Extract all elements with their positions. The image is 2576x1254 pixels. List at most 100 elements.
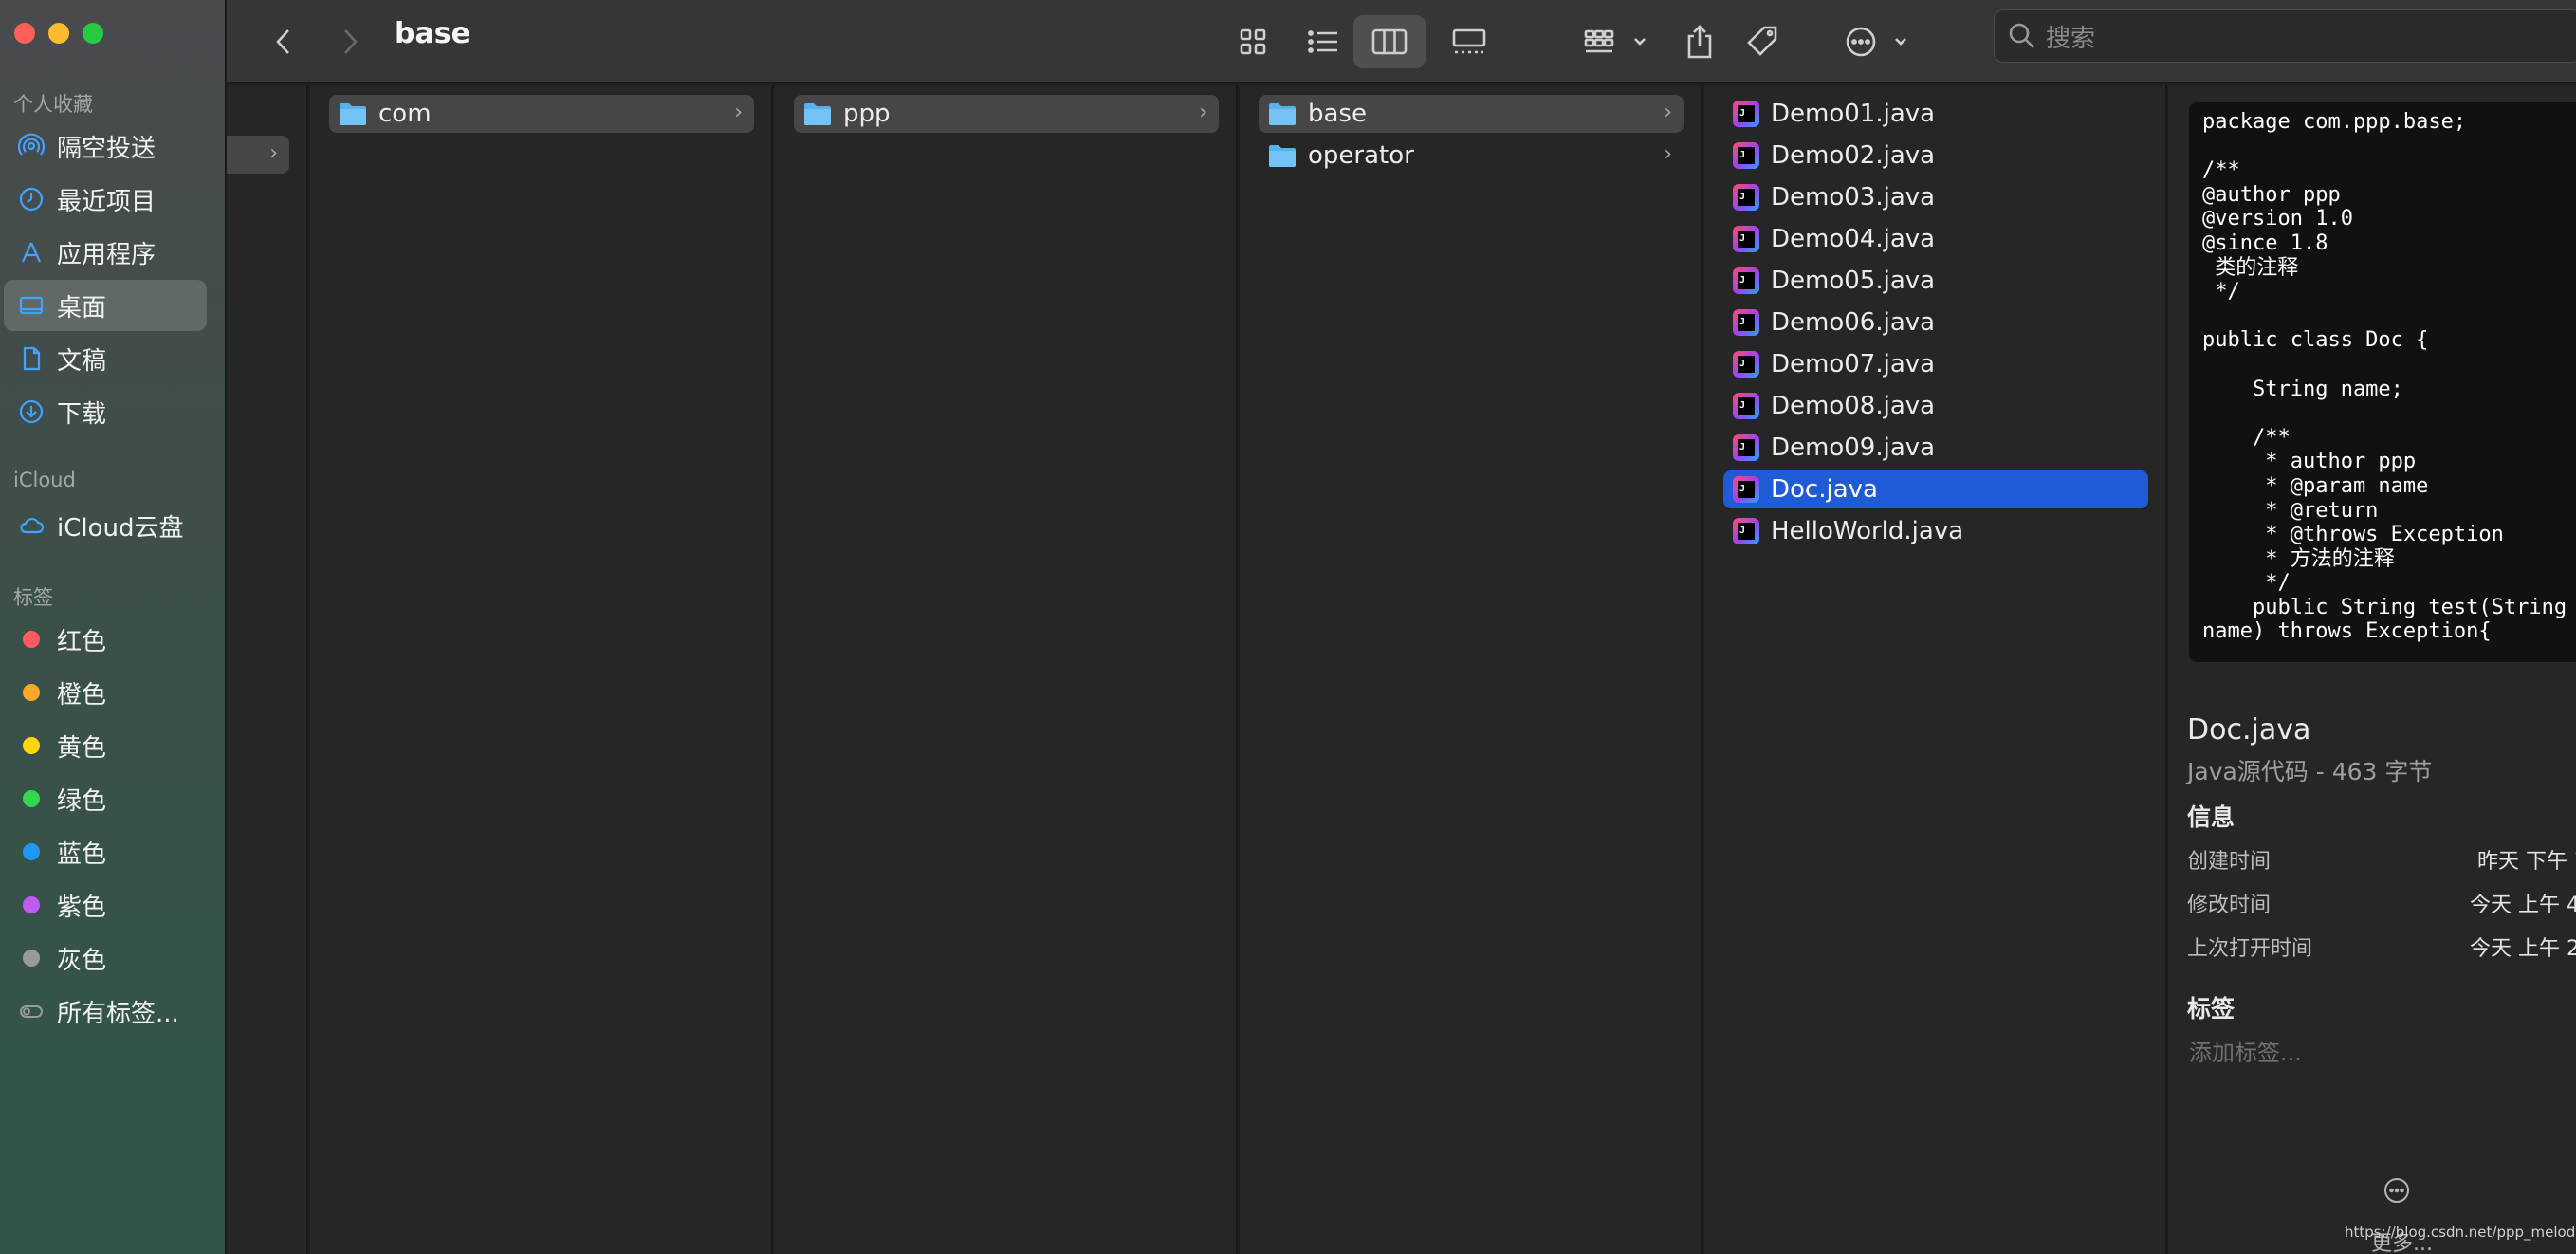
tags-section-header: 标签	[2187, 995, 2236, 1023]
sidebar-item-label: 橙色	[57, 680, 107, 710]
list-item[interactable]: com ›	[329, 95, 754, 133]
zoom-window-button[interactable]	[83, 23, 103, 44]
item-label: Demo06.java	[1771, 308, 1936, 337]
java-file-icon: J	[1733, 476, 1759, 503]
file-item-demo05[interactable]: J Demo05.java	[1723, 262, 2148, 300]
code-preview-text: package com.ppp.base; /** @author ppp @v…	[2202, 110, 2567, 644]
file-item-demo07[interactable]: J Demo07.java	[1723, 345, 2148, 383]
sidebar-tag-yellow[interactable]: 黄色	[4, 720, 207, 771]
add-tag-field[interactable]: 添加标签...	[2189, 1034, 2302, 1067]
grid-icon	[1240, 28, 1266, 55]
sidebar-item-label: iCloud云盘	[57, 513, 184, 543]
sidebar-item-applications[interactable]: 应用程序	[4, 227, 207, 278]
group-by-button[interactable]	[1577, 15, 1657, 68]
sidebar-item-documents[interactable]: 文稿	[4, 333, 207, 384]
forward-button[interactable]	[329, 15, 371, 68]
list-item[interactable]: base ›	[1259, 95, 1684, 133]
list-item[interactable]: ppp ›	[794, 95, 1219, 133]
folder-icon	[1269, 145, 1296, 167]
chevron-right-icon: ›	[269, 141, 278, 165]
sidebar-item-airdrop[interactable]: 隔空投送	[4, 120, 207, 172]
sidebar-item-label: 所有标签...	[57, 999, 179, 1028]
item-label: Demo05.java	[1771, 267, 1936, 295]
item-label: base	[1308, 100, 1367, 128]
sidebar-all-tags[interactable]: 所有标签...	[4, 986, 207, 1037]
list-item[interactable]: ›	[227, 136, 289, 174]
sidebar-item-recents[interactable]: 最近项目	[4, 174, 207, 225]
item-label: Doc.java	[1771, 475, 1878, 504]
tag-color-dot	[23, 790, 40, 807]
icon-view-button[interactable]	[1223, 15, 1283, 68]
close-window-button[interactable]	[14, 23, 35, 44]
item-label: operator	[1308, 141, 1414, 170]
column-3: base › operator ›	[1240, 85, 1702, 1254]
modified-label: 修改时间	[2187, 894, 2272, 917]
gallery-view-button[interactable]	[1433, 15, 1505, 68]
ellipsis-circle-icon[interactable]	[2383, 1176, 2411, 1205]
column-1: com ›	[310, 85, 773, 1254]
item-label: Demo02.java	[1771, 141, 1936, 170]
sidebar-item-icloud-drive[interactable]: iCloud云盘	[4, 500, 207, 551]
sidebar-item-label: 文稿	[57, 346, 107, 376]
file-item-helloworld[interactable]: J HelloWorld.java	[1723, 512, 2148, 550]
sidebar-tag-purple[interactable]: 紫色	[4, 879, 207, 931]
file-item-doc[interactable]: J Doc.java	[1723, 470, 2148, 508]
folder-icon	[1269, 103, 1296, 125]
tag-color-dot	[23, 843, 40, 860]
sidebar-tag-blue[interactable]: 蓝色	[4, 826, 207, 877]
file-item-demo08[interactable]: J Demo08.java	[1723, 387, 2148, 425]
java-file-icon: J	[1733, 351, 1759, 378]
gallery-icon	[1452, 28, 1486, 54]
icloud-header: iCloud	[13, 469, 76, 491]
modified-value: 今天 上午 4	[2470, 894, 2576, 917]
sidebar-tag-green[interactable]: 绿色	[4, 773, 207, 824]
file-item-demo01[interactable]: J Demo01.java	[1723, 95, 2148, 133]
file-item-demo02[interactable]: J Demo02.java	[1723, 137, 2148, 175]
back-button[interactable]	[263, 15, 304, 68]
file-item-demo04[interactable]: J Demo04.java	[1723, 220, 2148, 258]
sidebar-item-label: 灰色	[57, 946, 107, 975]
desktop-icon	[17, 291, 46, 320]
tags-header: 标签	[13, 586, 53, 609]
column-view-button[interactable]	[1353, 15, 1426, 68]
item-label: Demo01.java	[1771, 100, 1936, 128]
share-button[interactable]	[1676, 15, 1723, 68]
minimize-window-button[interactable]	[48, 23, 69, 44]
airdrop-icon	[17, 132, 46, 160]
tag-icon	[1747, 26, 1777, 56]
folder-icon	[804, 103, 831, 125]
tag-color-dot	[23, 684, 40, 701]
tag-button[interactable]	[1737, 15, 1790, 68]
favorites-header: 个人收藏	[13, 93, 93, 116]
file-item-demo06[interactable]: J Demo06.java	[1723, 304, 2148, 341]
file-item-demo09[interactable]: J Demo09.java	[1723, 429, 2148, 467]
sidebar-item-desktop[interactable]: 桌面	[4, 280, 207, 331]
sidebar-tag-gray[interactable]: 灰色	[4, 932, 207, 984]
java-file-icon: J	[1733, 101, 1759, 127]
chevron-right-icon: ›	[1664, 101, 1672, 124]
file-item-demo03[interactable]: J Demo03.java	[1723, 178, 2148, 216]
sidebar-tag-orange[interactable]: 橙色	[4, 667, 207, 718]
sidebar-item-label: 蓝色	[57, 839, 107, 869]
list-item[interactable]: operator ›	[1259, 137, 1684, 175]
applications-icon	[17, 238, 46, 267]
cloud-icon	[17, 511, 46, 540]
sidebar-item-downloads[interactable]: 下载	[4, 386, 207, 437]
sidebar-item-label: 下载	[57, 399, 107, 429]
sidebar-tag-red[interactable]: 红色	[4, 614, 207, 665]
search-field[interactable]: 搜索	[1994, 9, 2576, 63]
java-file-icon: J	[1733, 518, 1759, 544]
tag-color-dot	[23, 631, 40, 648]
more-actions-button[interactable]	[1839, 15, 1919, 68]
item-label: ppp	[843, 100, 891, 128]
sidebar-item-label: 红色	[57, 627, 107, 656]
created-label: 创建时间	[2187, 850, 2272, 874]
info-header: 信息	[2187, 803, 2236, 831]
list-view-button[interactable]	[1293, 15, 1353, 68]
item-label: Demo08.java	[1771, 392, 1936, 420]
sidebar-item-label: 应用程序	[57, 240, 156, 269]
sidebar-item-label: 最近项目	[57, 187, 156, 216]
java-file-icon: J	[1733, 434, 1759, 461]
item-label: Demo09.java	[1771, 433, 1936, 462]
document-icon	[17, 344, 46, 373]
